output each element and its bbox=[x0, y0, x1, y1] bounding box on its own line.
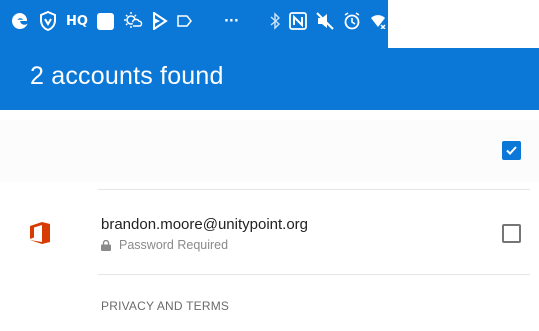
play-icon bbox=[152, 12, 168, 30]
account-checkbox[interactable] bbox=[502, 224, 521, 243]
more-dots-icon: ··· bbox=[223, 13, 239, 29]
edge-icon bbox=[10, 11, 30, 31]
privacy-and-terms-link[interactable]: PRIVACY AND TERMS bbox=[101, 299, 229, 313]
account-email: brandon.moore@unitypoint.org bbox=[101, 216, 309, 233]
alarm-icon bbox=[343, 12, 361, 30]
shield-icon bbox=[39, 11, 57, 31]
nfc-icon bbox=[288, 12, 307, 30]
wifi-icon bbox=[370, 13, 386, 29]
accounts-list: brandon.moore@unitypoint.org Password Re… bbox=[0, 110, 539, 331]
status-bar: HQ ··· 4G bbox=[0, 0, 539, 48]
bluetooth-icon bbox=[270, 12, 280, 30]
mute-icon bbox=[316, 12, 334, 30]
select-all-row[interactable] bbox=[0, 120, 539, 182]
account-status: Password Required bbox=[101, 238, 228, 252]
app-header: 2 accounts found bbox=[0, 48, 539, 110]
app-square-icon bbox=[96, 12, 114, 30]
signal-icon: 4G bbox=[394, 16, 409, 26]
account-status-label: Password Required bbox=[119, 238, 229, 252]
lock-icon bbox=[101, 239, 111, 251]
row-divider bbox=[98, 274, 530, 275]
page-title: 2 accounts found bbox=[30, 62, 224, 90]
hq-icon: HQ bbox=[66, 13, 88, 29]
status-bar-icons: HQ ··· 4G bbox=[10, 8, 417, 34]
office-icon bbox=[29, 221, 51, 245]
weather-icon bbox=[123, 11, 143, 31]
tag-icon bbox=[177, 14, 193, 28]
row-divider bbox=[98, 189, 530, 190]
select-all-checkbox[interactable] bbox=[502, 141, 521, 160]
